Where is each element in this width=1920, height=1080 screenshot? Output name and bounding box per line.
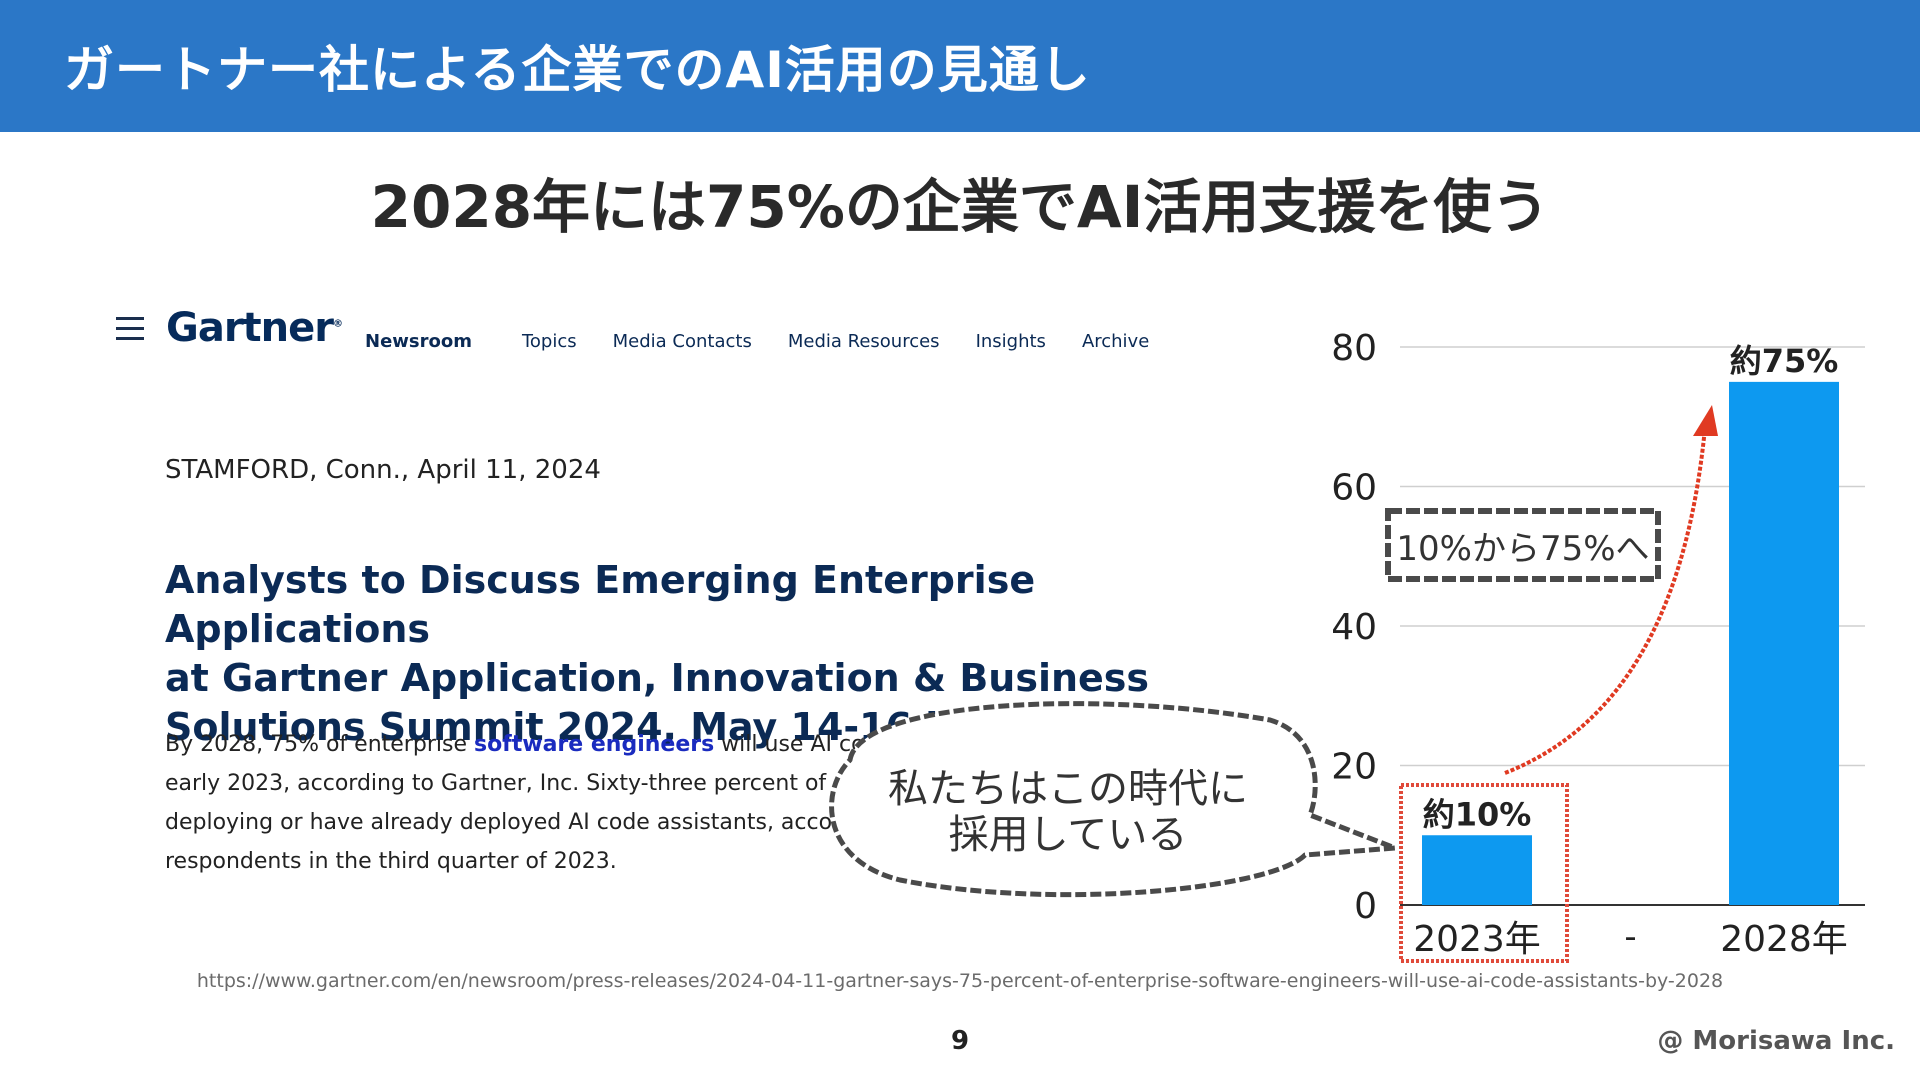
source-url: https://www.gartner.com/en/newsroom/pres…: [196, 970, 1724, 992]
page-number: 9: [950, 1026, 970, 1056]
y-tick-label: 60: [1331, 468, 1377, 509]
x-tick-label: 2023年: [1413, 919, 1541, 960]
speech-bubble-line-2: 採用している: [949, 812, 1188, 858]
y-tick-label: 40: [1331, 607, 1377, 648]
copyright: @ Morisawa Inc.: [1657, 1026, 1895, 1056]
growth-arrow: [1504, 427, 1707, 775]
chart-overlay: 0 20 40 60 80 約10% 約75% 2023年 2028年 - 私たちはこの時代に…: [829, 328, 1865, 963]
chart-bar: [1422, 835, 1532, 905]
y-tick-label: 0: [1354, 886, 1377, 927]
chart-bar: [1729, 381, 1839, 905]
x-tick-label: 2028年: [1720, 919, 1848, 960]
chart-x-labels: 2023年 2028年 -: [1413, 917, 1848, 960]
speech-bubble-line-1: 私たちはこの時代に: [888, 766, 1248, 812]
y-tick-label: 80: [1331, 328, 1377, 369]
range-label-text: 10%から75%へ: [1396, 529, 1649, 569]
x-separator: -: [1624, 917, 1636, 957]
y-tick-label: 20: [1331, 747, 1377, 788]
bar-data-label: 約10%: [1423, 795, 1532, 833]
bar-data-label: 約75%: [1730, 342, 1839, 380]
arrow-head-icon: [1693, 405, 1718, 436]
